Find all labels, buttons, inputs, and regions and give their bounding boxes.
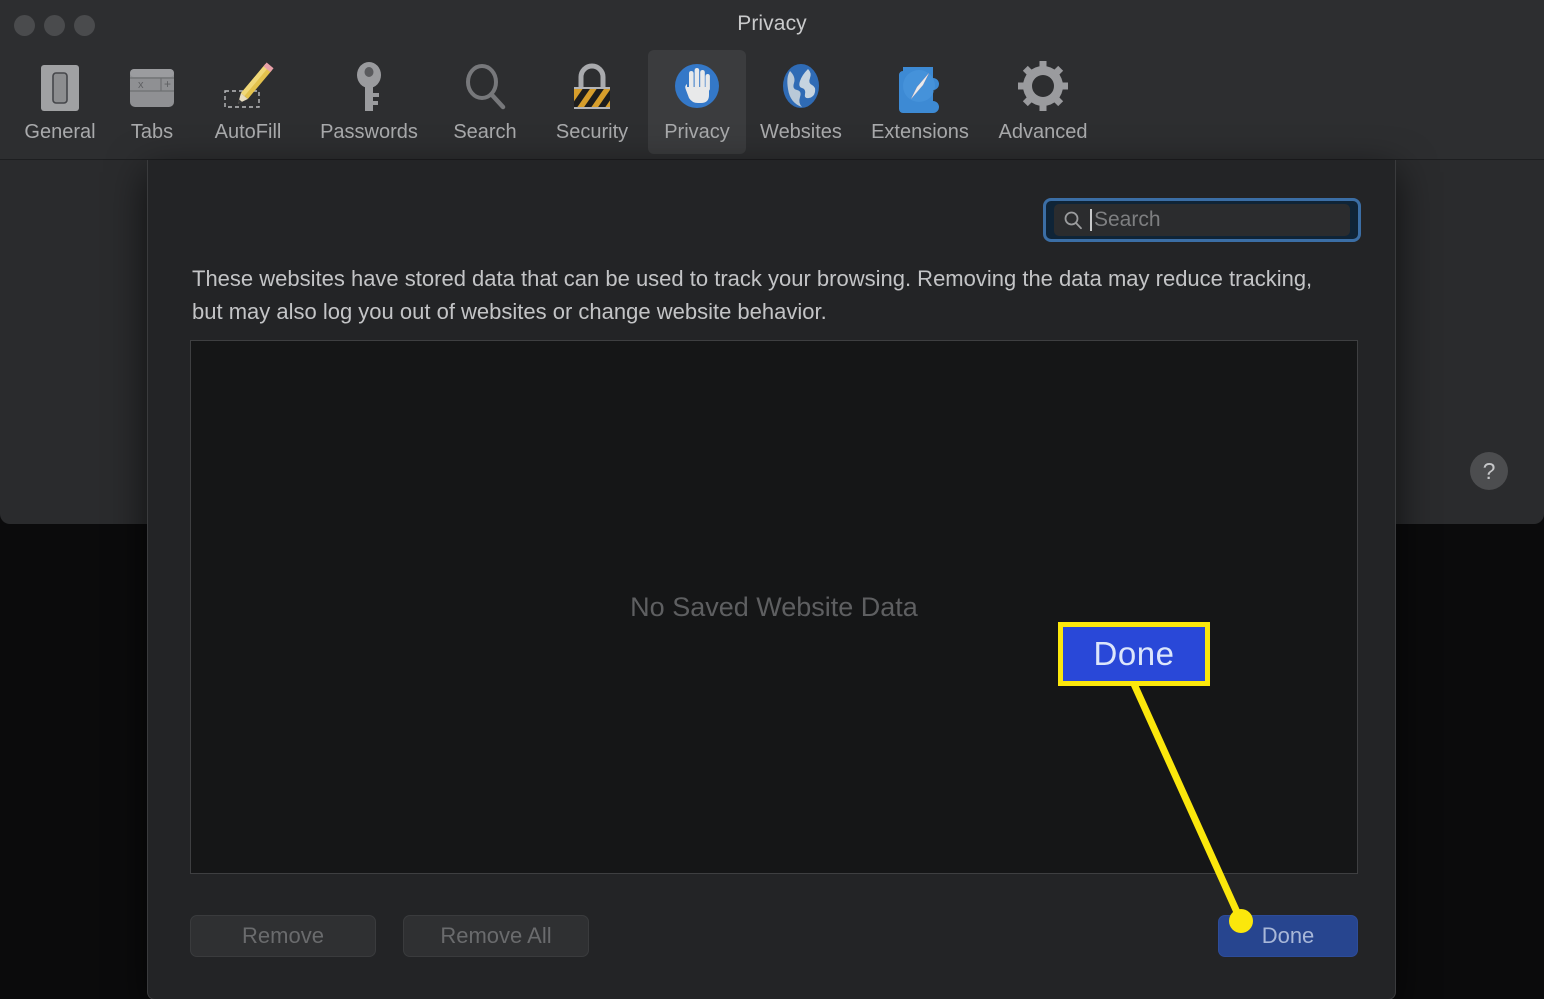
toolbar-item-passwords[interactable]: Passwords [304,50,434,154]
toolbar-item-extensions[interactable]: Extensions [856,50,984,154]
remove-all-button[interactable]: Remove All [403,915,589,957]
toolbar-item-general[interactable]: General [8,50,112,154]
toolbar-label-websites: Websites [760,121,842,143]
passwords-icon [336,56,402,120]
toolbar-label-passwords: Passwords [320,121,418,143]
search-input[interactable]: Search [1054,204,1350,236]
general-icon [27,56,93,120]
toolbar-item-websites[interactable]: Websites [746,50,856,154]
help-icon: ? [1482,457,1496,484]
toolbar-label-tabs: Tabs [130,121,174,143]
extensions-icon [887,56,953,120]
toolbar-item-privacy[interactable]: Privacy [648,50,746,154]
remove-button[interactable]: Remove [190,915,376,957]
security-icon [559,56,625,120]
toolbar-label-security: Security [555,121,629,143]
search-icon [1062,209,1084,231]
preferences-toolbar: General x + Tabs AutoFill Passwords Sear… [0,50,1544,160]
website-data-sheet: Search These websites have stored data t… [147,160,1396,999]
toolbar-item-tabs[interactable]: x + Tabs [112,50,192,154]
privacy-icon [664,56,730,120]
svg-text:+: + [164,77,171,91]
toolbar-label-autofill: AutoFill [214,121,282,143]
toolbar-label-privacy: Privacy [664,121,730,143]
empty-state-message: No Saved Website Data [630,591,918,622]
websites-icon [768,56,834,120]
title-bar: Privacy [0,0,1544,50]
done-button[interactable]: Done [1218,915,1358,957]
tabs-icon: x + [119,56,185,120]
advanced-icon [1010,56,1076,120]
screen: Privacy General x + Tabs AutoFill Passwo… [0,0,1544,999]
toolbar-label-extensions: Extensions [871,121,969,143]
toolbar-item-autofill[interactable]: AutoFill [192,50,304,154]
search-placeholder: Search [1094,208,1161,231]
toolbar-label-advanced: Advanced [998,121,1088,143]
search-tab-icon [452,56,518,120]
window-title: Privacy [737,12,807,35]
toolbar-label-general: General [24,121,96,143]
sheet-footer: Remove Remove All Done [190,915,1358,961]
search-field-focus-ring: Search [1043,198,1361,242]
sheet-description: These websites have stored data that can… [192,266,1313,324]
text-cursor [1090,209,1092,231]
toolbar-item-search[interactable]: Search [434,50,536,154]
toolbar-label-search: Search [453,121,517,143]
toolbar-item-advanced[interactable]: Advanced [984,50,1102,154]
website-data-list[interactable]: No Saved Website Data [190,340,1358,874]
help-button[interactable]: ? [1470,452,1508,490]
toolbar-item-security[interactable]: Security [536,50,648,154]
autofill-icon [215,56,281,120]
svg-text:x: x [138,79,144,91]
